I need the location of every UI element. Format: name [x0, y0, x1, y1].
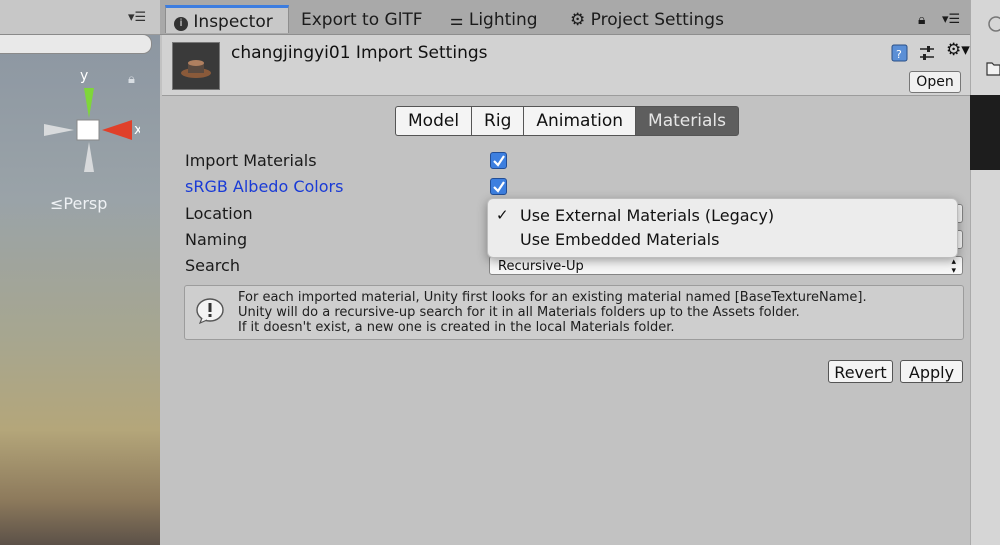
check-icon [493, 155, 505, 167]
sliders-icon: ⚌ [450, 11, 464, 29]
naming-label: Naming [185, 230, 248, 249]
tab-lighting[interactable]: ⚌ Lighting [450, 6, 538, 34]
settings-gear-icon[interactable]: ⚙︎▾ [946, 40, 970, 60]
tab-inspector-label: Inspector [193, 12, 273, 32]
location-label: Location [185, 204, 253, 223]
help-text-line: If it doesn't exist, a new one is create… [238, 320, 675, 335]
presets-icon[interactable] [918, 44, 936, 62]
right-panel-dark-area [970, 95, 1000, 170]
panel-menu-icon[interactable]: ▾☰ [128, 10, 146, 25]
gizmo-x-label: x [134, 122, 140, 138]
tab-export-gltf-label: Export to GlTF [301, 10, 423, 30]
projection-toggle[interactable]: ≤Persp [50, 194, 107, 213]
help-text-line: Unity will do a recursive-up search for … [238, 305, 800, 320]
gizmo-x-cone[interactable] [102, 120, 132, 140]
tab-project-settings-label: Project Settings [590, 10, 724, 30]
scene-gizmo[interactable]: y x [40, 68, 140, 178]
search-dropdown[interactable]: Recursive-Up ▴ ▾ [489, 256, 963, 276]
panel-menu-icon[interactable]: ▾☰ [942, 6, 960, 34]
import-settings-tabs: Model Rig Animation Materials [395, 106, 739, 136]
gizmo-center-cube[interactable] [76, 119, 100, 141]
help-text-line: For each imported material, Unity first … [238, 290, 867, 305]
page-title: changjingyi01 Import Settings [231, 43, 488, 63]
help-book-icon[interactable]: ? [890, 43, 910, 63]
apply-button[interactable]: Apply [900, 360, 963, 383]
gizmo-neg-x-cone[interactable] [44, 124, 74, 136]
tab-lighting-label: Lighting [468, 10, 538, 30]
folder-icon[interactable] [986, 60, 1000, 76]
check-icon [493, 181, 505, 193]
checkmark-icon: ✓ [496, 206, 509, 224]
gizmo-y-label: y [80, 68, 88, 84]
search-dropdown-value: Recursive-Up [498, 259, 584, 274]
import-materials-label: Import Materials [185, 151, 317, 170]
right-panel-edge [970, 0, 1000, 545]
tab-model[interactable]: Model [395, 106, 472, 136]
tab-materials[interactable]: Materials [635, 106, 739, 136]
srgb-albedo-checkbox[interactable] [490, 178, 507, 195]
tab-inspector[interactable]: i Inspector [165, 5, 289, 33]
gizmo-neg-y-cone[interactable] [84, 142, 94, 172]
dropdown-arrows-icon: ▴ ▾ [951, 257, 956, 276]
tab-animation[interactable]: Animation [523, 106, 636, 136]
circle-icon [988, 16, 1000, 32]
gear-icon: ⚙︎ [570, 10, 586, 30]
gizmo-y-cone[interactable] [84, 88, 94, 118]
open-button[interactable]: Open [909, 71, 961, 93]
scene-search-input[interactable] [0, 34, 152, 54]
persp-icon: ≤ [50, 194, 64, 213]
persp-label: Persp [63, 194, 108, 213]
search-label: Search [185, 256, 240, 275]
lock-icon[interactable]: 🔒︎ [918, 6, 925, 34]
tab-rig[interactable]: Rig [471, 106, 524, 136]
revert-button[interactable]: Revert [828, 360, 893, 383]
asset-thumbnail [172, 42, 220, 90]
model-preview-icon [181, 60, 211, 78]
info-bubble-icon [196, 298, 224, 324]
svg-text:?: ? [896, 48, 902, 61]
tab-export-gltf[interactable]: Export to GlTF [301, 6, 423, 34]
location-popup-menu: ✓ Use External Materials (Legacy) Use Em… [487, 198, 958, 258]
tab-project-settings[interactable]: ⚙︎ Project Settings [570, 6, 724, 34]
menu-item-use-external-materials[interactable]: Use External Materials (Legacy) [520, 206, 774, 225]
import-materials-checkbox[interactable] [490, 152, 507, 169]
srgb-albedo-label: sRGB Albedo Colors [185, 177, 344, 196]
menu-item-use-embedded-materials[interactable]: Use Embedded Materials [520, 230, 719, 249]
lock-icon[interactable]: 🔒︎ [128, 72, 135, 87]
info-icon: i [174, 17, 188, 31]
